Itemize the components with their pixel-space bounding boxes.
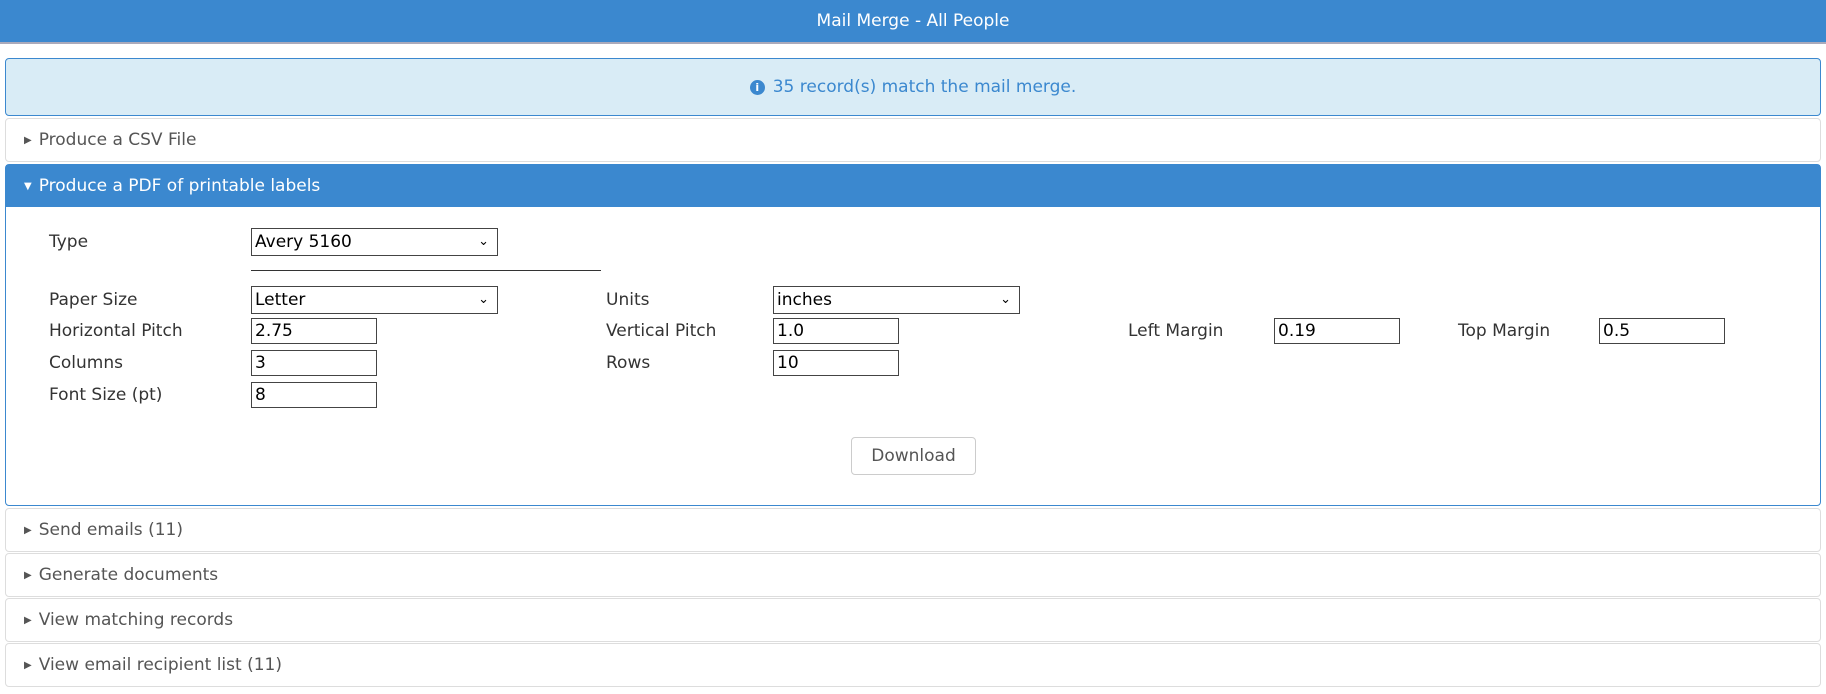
panel-emails: ▶ Send emails (11) (5, 508, 1821, 552)
divider (251, 270, 601, 271)
panel-pdf-header[interactable]: ▼ Produce a PDF of printable labels (6, 165, 1820, 207)
panel-title: View email recipient list (11) (38, 655, 282, 675)
top-margin-input[interactable] (1599, 318, 1725, 344)
panel-pdf: ▼ Produce a PDF of printable labels Type … (5, 164, 1821, 506)
download-button[interactable]: Download (851, 437, 976, 475)
horizontal-pitch-label: Horizontal Pitch (49, 321, 183, 341)
panel-recipients-header[interactable]: ▶ View email recipient list (11) (6, 644, 1820, 686)
vertical-pitch-label: Vertical Pitch (606, 321, 717, 341)
caret-right-icon: ▶ (24, 134, 32, 146)
rows-label: Rows (606, 353, 651, 373)
paper-size-label: Paper Size (49, 290, 138, 310)
horizontal-pitch-input[interactable] (251, 318, 377, 344)
chevron-down-icon: ⌄ (478, 292, 489, 307)
rows-input[interactable] (773, 350, 899, 376)
panel-title: Produce a PDF of printable labels (38, 176, 321, 196)
caret-down-icon: ▼ (24, 180, 32, 192)
pdf-form: Type Avery 5160 ⌄ Paper Size Letter ⌄ Unit… (6, 207, 1820, 505)
alert-text: 35 record(s) match the mail merge. (772, 77, 1077, 97)
font-size-input[interactable] (251, 382, 377, 408)
panel-recipients: ▶ View email recipient list (11) (5, 643, 1821, 687)
panel-title: Send emails (11) (38, 520, 183, 540)
units-select[interactable]: inches ⌄ (773, 286, 1020, 314)
caret-right-icon: ▶ (24, 614, 32, 626)
caret-right-icon: ▶ (24, 569, 32, 581)
panel-csv: ▶ Produce a CSV File (5, 118, 1821, 162)
units-label: Units (606, 290, 650, 310)
left-margin-label: Left Margin (1128, 321, 1224, 341)
caret-right-icon: ▶ (24, 659, 32, 671)
chevron-down-icon: ⌄ (478, 234, 489, 249)
panel-title: Generate documents (38, 565, 219, 585)
panel-documents: ▶ Generate documents (5, 553, 1821, 597)
chevron-down-icon: ⌄ (1000, 292, 1011, 307)
left-margin-input[interactable] (1274, 318, 1400, 344)
info-icon: i (749, 79, 765, 95)
units-value: inches (777, 290, 832, 310)
panel-title: View matching records (38, 610, 234, 630)
match-alert: i 35 record(s) match the mail merge. (5, 58, 1821, 116)
panel-records-header[interactable]: ▶ View matching records (6, 599, 1820, 641)
paper-size-select[interactable]: Letter ⌄ (251, 286, 498, 314)
type-select[interactable]: Avery 5160 ⌄ (251, 228, 498, 256)
panel-documents-header[interactable]: ▶ Generate documents (6, 554, 1820, 596)
top-margin-label: Top Margin (1458, 321, 1551, 341)
font-size-label: Font Size (pt) (49, 385, 163, 405)
panel-csv-header[interactable]: ▶ Produce a CSV File (6, 119, 1820, 161)
panel-emails-header[interactable]: ▶ Send emails (11) (6, 509, 1820, 551)
panel-records: ▶ View matching records (5, 598, 1821, 642)
panel-title: Produce a CSV File (38, 130, 197, 150)
vertical-pitch-input[interactable] (773, 318, 899, 344)
paper-size-value: Letter (255, 290, 306, 310)
type-label: Type (49, 232, 89, 252)
page-title: Mail Merge - All People (0, 0, 1826, 44)
columns-label: Columns (49, 353, 123, 373)
type-value: Avery 5160 (255, 232, 352, 252)
caret-right-icon: ▶ (24, 524, 32, 536)
columns-input[interactable] (251, 350, 377, 376)
